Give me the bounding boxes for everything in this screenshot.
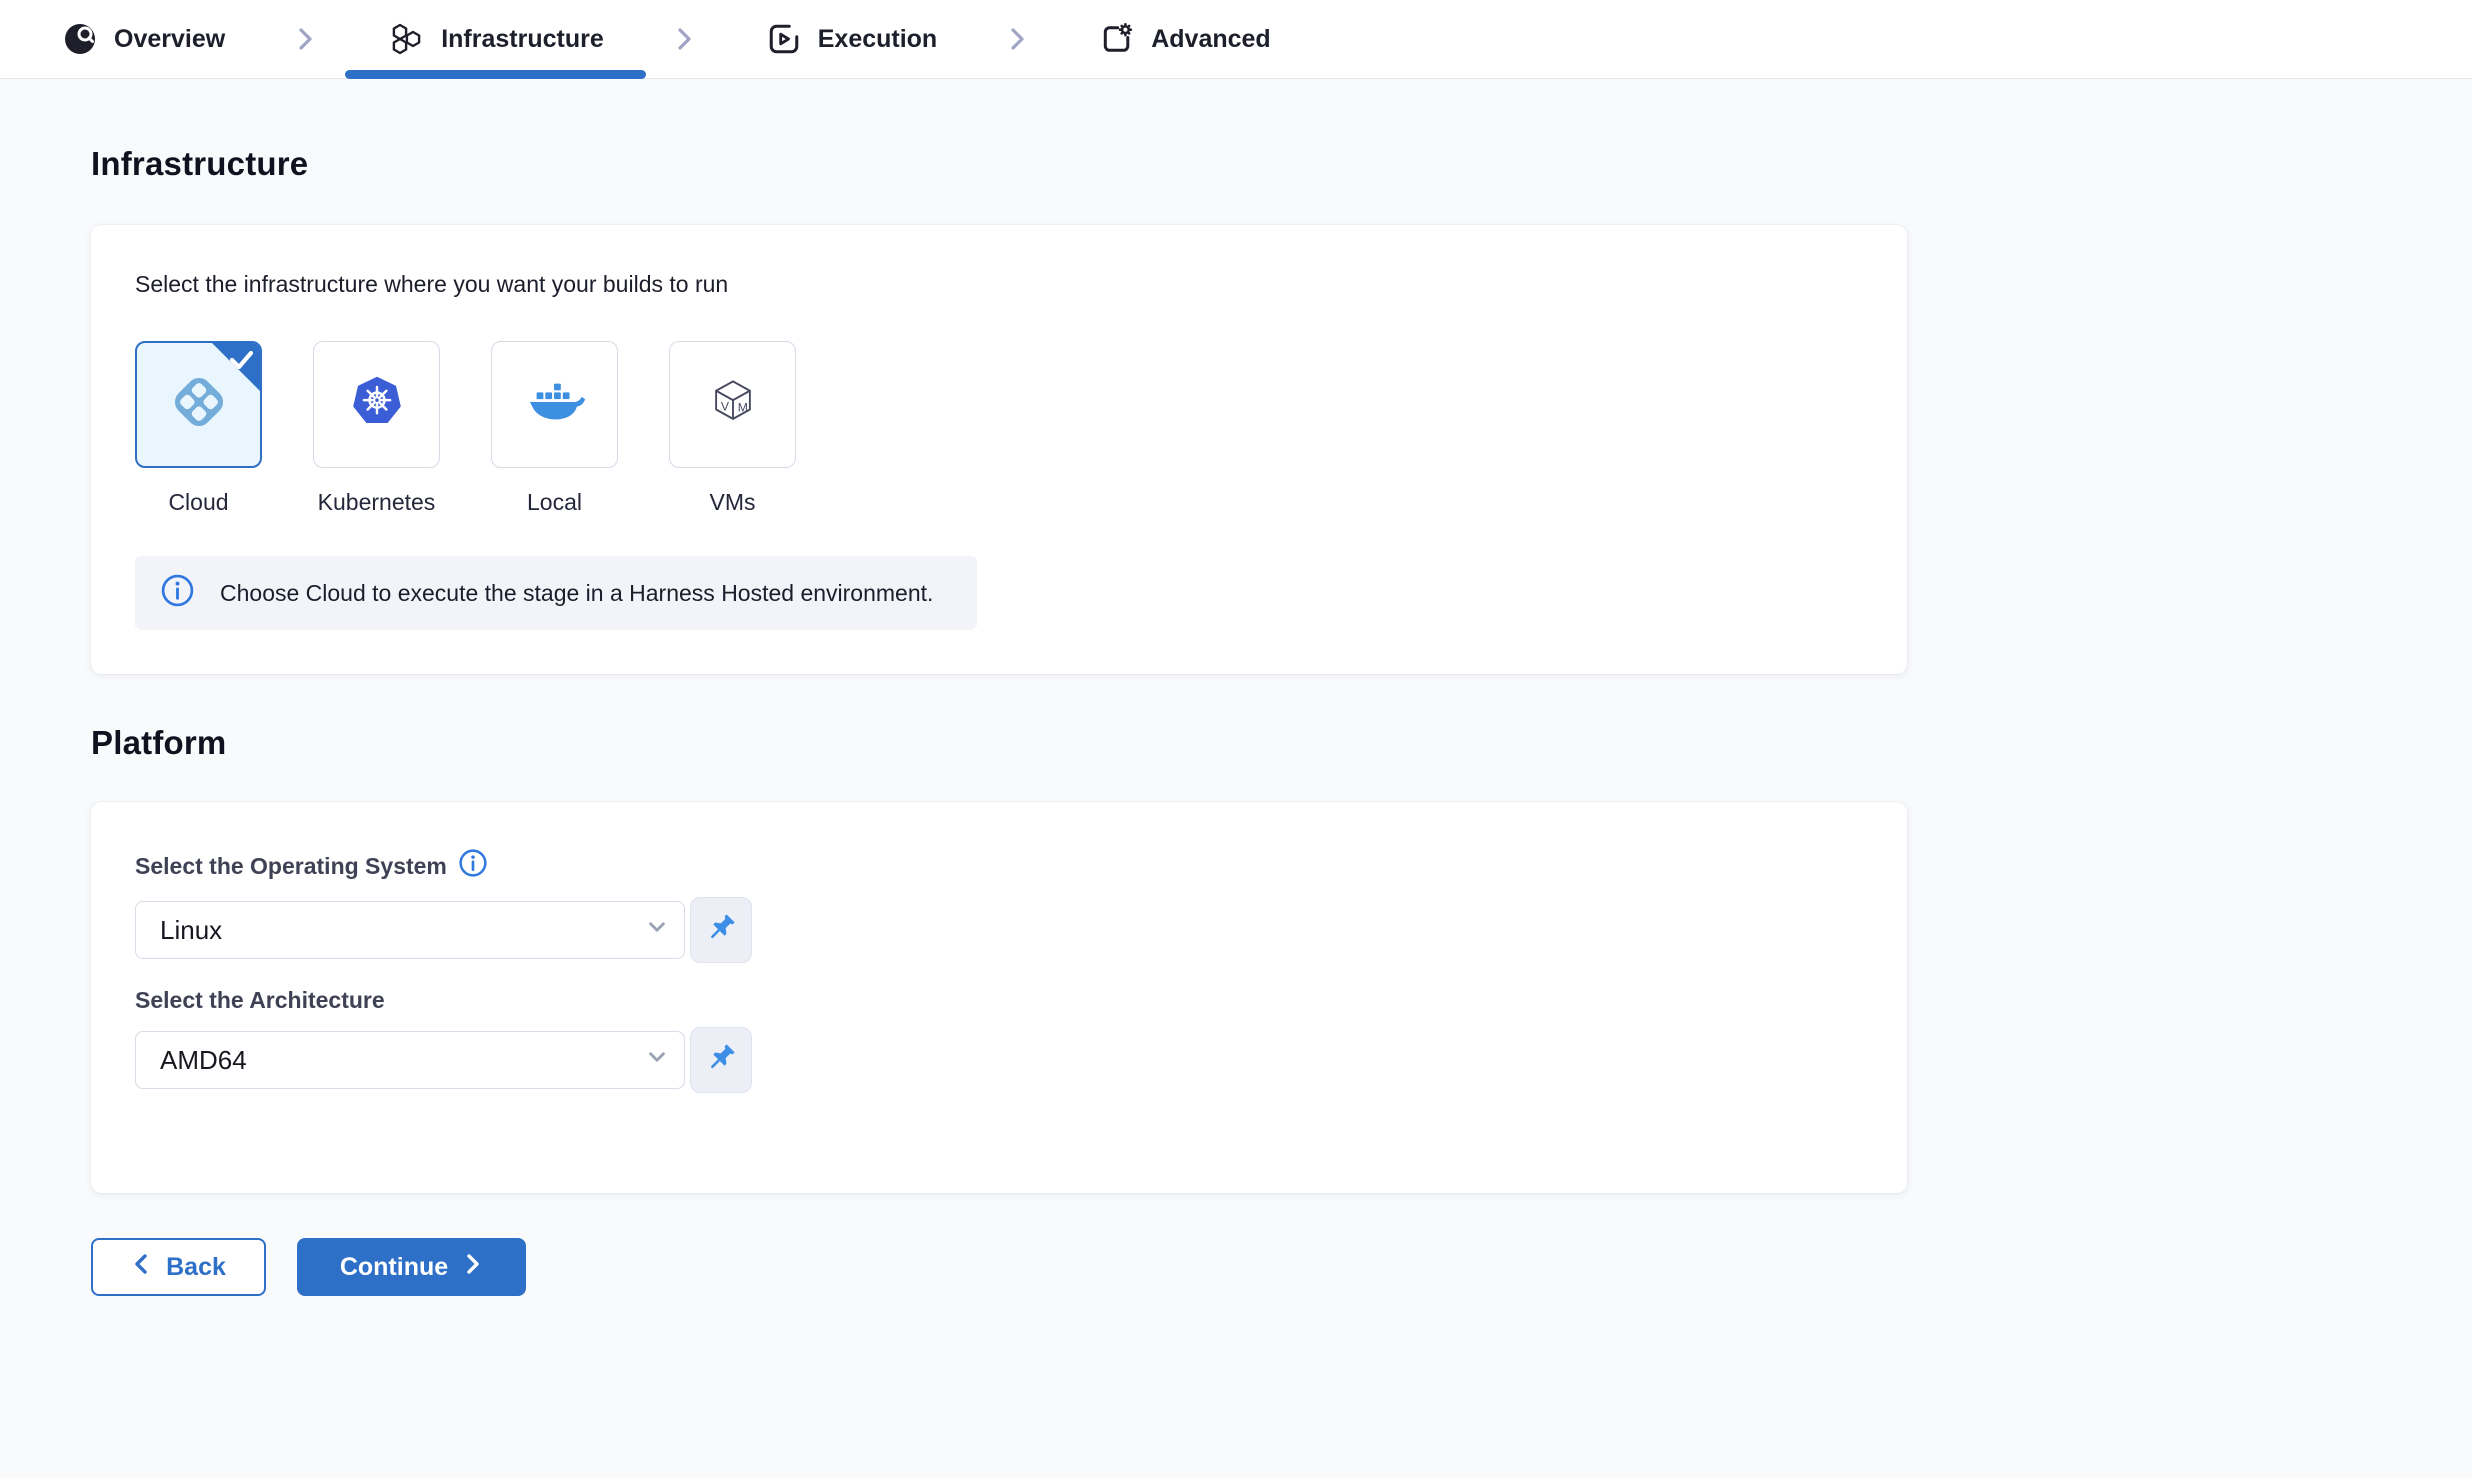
platform-card: Select the Operating System Linux	[91, 802, 1907, 1193]
info-icon[interactable]	[458, 848, 488, 884]
infra-option-label: Cloud	[168, 489, 228, 516]
stage-config-content: Infrastructure Select the infrastructure…	[0, 79, 2472, 1356]
continue-button-label: Continue	[340, 1253, 448, 1282]
tab-label: Execution	[818, 25, 937, 54]
overview-icon	[62, 21, 98, 57]
tab-label: Advanced	[1151, 25, 1270, 54]
arch-select[interactable]: AMD64	[135, 1031, 685, 1089]
arch-select-value: AMD64	[160, 1045, 247, 1076]
infrastructure-options: Cloud	[135, 341, 1863, 516]
infra-option-label: VMs	[710, 489, 756, 516]
stage-tab-bar: Overview Infrastructure Execution	[0, 0, 2472, 79]
info-icon	[160, 573, 195, 614]
chevron-right-icon	[295, 0, 317, 78]
infra-option-label: Local	[527, 489, 582, 516]
tab-advanced[interactable]: Advanced	[1057, 0, 1312, 78]
infra-tile-vms[interactable]: V M	[669, 341, 796, 468]
tab-overview[interactable]: Overview	[20, 0, 267, 78]
chevron-down-icon	[642, 1042, 672, 1079]
os-field-label: Select the Operating System	[135, 848, 1863, 884]
infra-option-kubernetes[interactable]: Kubernetes	[313, 341, 440, 516]
arch-label-text: Select the Architecture	[135, 987, 385, 1014]
cloud-info-callout: Choose Cloud to execute the stage in a H…	[135, 556, 977, 630]
chevron-right-icon	[1007, 0, 1029, 78]
advanced-icon	[1099, 21, 1135, 57]
tab-label: Overview	[114, 25, 225, 54]
continue-button[interactable]: Continue	[297, 1238, 526, 1296]
os-select-row: Linux	[135, 897, 1863, 963]
wizard-footer: Back Continue	[91, 1238, 2472, 1356]
tab-label: Infrastructure	[441, 25, 604, 54]
infra-option-label: Kubernetes	[318, 489, 436, 516]
os-select[interactable]: Linux	[135, 901, 685, 959]
check-icon	[228, 349, 255, 376]
tab-infrastructure[interactable]: Infrastructure	[345, 0, 646, 78]
infra-option-vms[interactable]: V M VMs	[669, 341, 796, 516]
chevron-down-icon	[642, 912, 672, 949]
infrastructure-icon	[387, 20, 425, 58]
pin-icon	[704, 1041, 738, 1080]
infra-option-cloud[interactable]: Cloud	[135, 341, 262, 516]
execution-icon	[766, 21, 802, 57]
pin-icon	[704, 911, 738, 950]
vm-cube-icon: V M	[703, 372, 763, 437]
arch-select-row: AMD64	[135, 1027, 1863, 1093]
chevron-right-icon	[461, 1251, 483, 1284]
arch-pin-button[interactable]	[690, 1027, 752, 1093]
infra-tile-kubernetes[interactable]	[313, 341, 440, 468]
infrastructure-card: Select the infrastructure where you want…	[91, 225, 1907, 674]
svg-text:M: M	[737, 400, 747, 414]
back-button[interactable]: Back	[91, 1238, 266, 1296]
svg-text:V: V	[720, 399, 729, 413]
os-label-text: Select the Operating System	[135, 853, 447, 880]
back-button-label: Back	[166, 1253, 226, 1282]
infrastructure-prompt: Select the infrastructure where you want…	[135, 271, 1863, 298]
kubernetes-icon	[347, 372, 407, 437]
arch-field-label: Select the Architecture	[135, 987, 1863, 1014]
tab-execution[interactable]: Execution	[724, 0, 979, 78]
os-select-value: Linux	[160, 915, 222, 946]
infra-option-local[interactable]: Local	[491, 341, 618, 516]
chevron-left-icon	[131, 1251, 153, 1284]
callout-text: Choose Cloud to execute the stage in a H…	[220, 580, 933, 607]
platform-heading: Platform	[91, 724, 2472, 762]
infra-tile-local[interactable]	[491, 341, 618, 468]
infrastructure-heading: Infrastructure	[91, 145, 2472, 183]
docker-icon	[524, 371, 586, 438]
infra-tile-cloud[interactable]	[135, 341, 262, 468]
os-pin-button[interactable]	[690, 897, 752, 963]
chevron-right-icon	[674, 0, 696, 78]
